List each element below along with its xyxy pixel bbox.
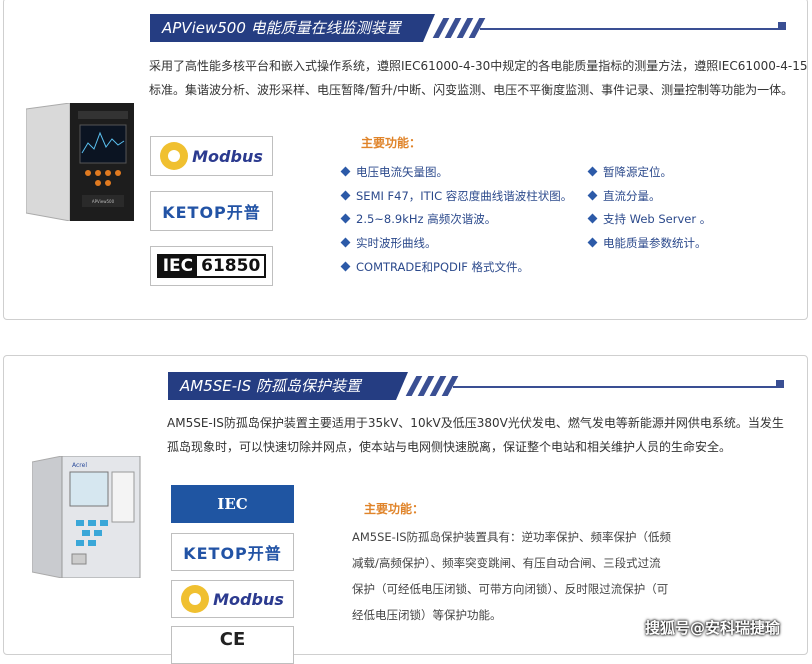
ribbon-end — [776, 380, 784, 388]
feature-text: 实时波形曲线。 — [356, 236, 437, 250]
modbus-logo-text: Modbus — [213, 589, 284, 609]
ribbon-line — [480, 28, 780, 30]
feature-item: 电能质量参数统计。 — [587, 235, 707, 251]
function-description: AM5SE-IS防孤岛保护装置具有：逆功率保护、频率保护（低频 减载/高频保护）… — [352, 524, 712, 628]
function-line: 保护（可经低电压闭锁、可带方向闭锁）、反时限过流保护（可 — [352, 582, 669, 596]
ribbon-end — [778, 22, 786, 30]
ribbon-stripes — [432, 18, 486, 38]
feature-item: 支持 Web Server 。 — [587, 211, 712, 227]
feature-text: 暂降源定位。 — [603, 165, 672, 179]
feature-text: 电能质量参数统计。 — [603, 236, 707, 250]
diamond-bullet-icon — [587, 237, 598, 248]
main-functions-title: 主要功能： — [358, 500, 428, 517]
title-ribbon: AM5SE-IS 防孤岛保护装置 — [168, 372, 808, 402]
modbus-gear-icon — [181, 585, 210, 613]
main-functions-label: 主要功能： — [361, 136, 422, 150]
ketop-logo: KETOP开普 — [150, 191, 273, 231]
desc-line: 采用了高性能多核平台和嵌入式操作系统，遵照IEC61000-4-30中规定的各电… — [149, 59, 808, 73]
iec-logo-text: IEC — [217, 495, 248, 513]
diamond-bullet-icon — [340, 237, 351, 248]
diamond-bullet-icon — [587, 190, 598, 201]
iec-number: 61850 — [201, 256, 261, 276]
diamond-bullet-icon — [587, 166, 598, 177]
iec61850-logo: IEC 61850 — [150, 246, 273, 286]
am5se-device-image: Acrel — [32, 456, 141, 578]
svg-text:APView500: APView500 — [92, 199, 115, 204]
feature-text: 2.5~8.9kHz 高频次谐波。 — [356, 212, 497, 226]
source-watermark: 搜狐号@安科瑞捷瑜 — [645, 619, 781, 637]
feature-item: 2.5~8.9kHz 高频次谐波。 — [340, 211, 497, 227]
feature-item: 直流分量。 — [587, 188, 661, 204]
apview500-device-image: APView500 — [26, 103, 134, 221]
modbus-logo: Modbus — [171, 580, 294, 618]
diamond-bullet-icon — [340, 213, 351, 224]
feature-text: COMTRADE和PQDIF 格式文件。 — [356, 260, 530, 274]
product-title: AM5SE-IS 防孤岛保护装置 — [168, 372, 408, 400]
product-title: APView500 电能质量在线监测装置 — [150, 14, 435, 42]
modbus-logo: Modbus — [150, 136, 273, 176]
title-ribbon: APView500 电能质量在线监测装置 — [150, 14, 810, 44]
feature-item: 电压电流矢量图。 — [340, 164, 448, 180]
svg-text:Acrel: Acrel — [72, 462, 87, 469]
ce-logo: CE — [171, 626, 294, 664]
desc-line: 孤岛现象时，可以快速切除并网点，使本站与电网侧快速脱离，保证整个电站和相关维护人… — [167, 440, 732, 454]
feature-item: 实时波形曲线。 — [340, 235, 437, 251]
feature-text: SEMI F47，ITIC 容忍度曲线谐波柱状图。 — [356, 189, 573, 203]
product-description: AM5SE-IS防孤岛保护装置主要适用于35kV、10kV及低压380V光伏发电… — [167, 411, 807, 459]
modbus-logo-text: Modbus — [192, 146, 263, 166]
ce-logo-text: CE — [219, 629, 246, 650]
feature-text: 支持 Web Server 。 — [603, 212, 712, 226]
feature-item: SEMI F47，ITIC 容忍度曲线谐波柱状图。 — [340, 188, 573, 204]
feature-item: COMTRADE和PQDIF 格式文件。 — [340, 259, 530, 275]
modbus-gear-icon — [160, 142, 189, 170]
diamond-bullet-icon — [587, 213, 598, 224]
main-functions-title: 主要功能： — [355, 134, 425, 151]
diamond-bullet-icon — [340, 166, 351, 177]
feature-text: 电压电流矢量图。 — [356, 165, 448, 179]
desc-line: AM5SE-IS防孤岛保护装置主要适用于35kV、10kV及低压380V光伏发电… — [167, 416, 784, 430]
diamond-bullet-icon — [340, 190, 351, 201]
ribbon-stripes — [405, 376, 459, 396]
feature-text: 直流分量。 — [603, 189, 661, 203]
ketop-logo: KETOP开普 — [171, 533, 294, 571]
main-functions-label: 主要功能： — [364, 502, 425, 516]
desc-line: 标准。集谐波分析、波形采样、电压暂降/暂升/中断、闪变监测、电压不平衡度监测、事… — [149, 83, 794, 97]
iec-mark: IEC — [158, 256, 198, 276]
ketop-logo-text: KETOP开普 — [162, 203, 261, 222]
product-card-am5se-is: AM5SE-IS 防孤岛保护装置 AM5SE-IS防孤岛保护装置主要适用于35k… — [3, 355, 808, 664]
product-description: 采用了高性能多核平台和嵌入式操作系统，遵照IEC61000-4-30中规定的各电… — [149, 54, 809, 102]
diamond-bullet-icon — [340, 261, 351, 272]
iec-logo: IEC — [171, 485, 294, 523]
function-line: 减载/高频保护）、频率突变跳闸、有压自动合闸、三段式过流 — [352, 556, 661, 570]
ketop-logo-text: KETOP开普 — [183, 544, 282, 563]
product-card-apview500: APView500 电能质量在线监测装置 采用了高性能多核平台和嵌入式操作系统，… — [3, 0, 808, 320]
function-line: AM5SE-IS防孤岛保护装置具有：逆功率保护、频率保护（低频 — [352, 530, 672, 544]
feature-item: 暂降源定位。 — [587, 164, 672, 180]
ribbon-line — [453, 386, 778, 388]
